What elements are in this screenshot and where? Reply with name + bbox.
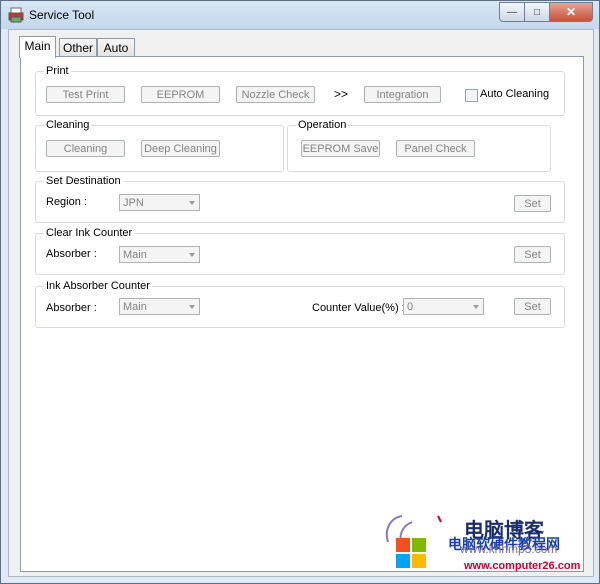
clear-ink-counter-set-button[interactable]: Set — [514, 246, 551, 263]
service-tool-window: Service Tool — □ ✕ Main Other Auto Print… — [0, 0, 600, 584]
clear-ink-counter-group: Clear Ink Counter Absorber : Main Set — [35, 227, 565, 275]
window-title: Service Tool — [29, 8, 95, 22]
absorber-label: Absorber : — [46, 248, 97, 260]
cleaning-group-label: Cleaning — [44, 119, 92, 131]
eeprom-button[interactable]: EEPROM — [141, 86, 220, 103]
auto-cleaning-label: Auto Cleaning — [480, 88, 550, 100]
maximize-button[interactable]: □ — [525, 2, 550, 22]
auto-cleaning-checkbox[interactable] — [465, 89, 478, 102]
print-group: Print Test Print EEPROM Nozzle Check >> … — [35, 65, 565, 116]
chevron-down-icon — [473, 305, 479, 309]
chevrons-icon: >> — [334, 87, 349, 101]
print-group-label: Print — [44, 65, 71, 77]
tab-auto-label: Auto — [103, 41, 129, 55]
ink-absorber-value: Main — [123, 301, 147, 313]
watermark-line3: www.knhmp3.com — [460, 542, 558, 556]
clear-ink-counter-label: Clear Ink Counter — [44, 227, 135, 239]
integration-button[interactable]: Integration — [364, 86, 441, 103]
chevron-down-icon — [189, 201, 195, 205]
region-value: JPN — [123, 197, 144, 209]
nozzle-check-button[interactable]: Nozzle Check — [236, 86, 315, 103]
close-button[interactable]: ✕ — [550, 2, 593, 22]
ink-absorber-counter-group: Ink Absorber Counter Absorber : Main Cou… — [35, 280, 565, 328]
tab-main[interactable]: Main — [19, 36, 56, 58]
set-destination-group: Set Destination Region : JPN Set — [35, 175, 565, 223]
client-area: Main Other Auto Print Test Print EEPROM … — [8, 29, 594, 577]
main-tab-panel: Print Test Print EEPROM Nozzle Check >> … — [20, 56, 584, 572]
counter-value-select[interactable]: 0 — [403, 298, 484, 315]
panel-check-button[interactable]: Panel Check — [396, 140, 475, 157]
ink-absorber-select[interactable]: Main — [119, 298, 200, 315]
chevron-down-icon — [189, 253, 195, 257]
absorber-value: Main — [123, 249, 147, 261]
tab-other-label: Other — [62, 41, 93, 55]
close-icon: ✕ — [565, 5, 577, 19]
set-destination-label: Set Destination — [44, 175, 123, 187]
ink-absorber-set-button[interactable]: Set — [514, 298, 551, 315]
region-select[interactable]: JPN — [119, 194, 200, 211]
cleaning-button[interactable]: Cleaning — [46, 140, 125, 157]
maximize-icon: □ — [533, 6, 541, 18]
watermark: 电脑博客 电脑软硬件教程网 www.knhmp3.com www.compute… — [380, 512, 596, 578]
absorber-label: Absorber : — [46, 302, 97, 314]
region-label: Region : — [46, 196, 87, 208]
printer-icon — [8, 7, 24, 23]
counter-value-label: Counter Value(%) : — [312, 302, 405, 314]
eeprom-save-button[interactable]: EEPROM Save — [301, 140, 380, 157]
counter-value: 0 — [407, 301, 414, 313]
minimize-icon: — — [507, 6, 517, 18]
test-print-button[interactable]: Test Print — [46, 86, 125, 103]
chevron-down-icon — [189, 305, 195, 309]
cleaning-group: Cleaning Cleaning Deep Cleaning — [35, 119, 284, 172]
tab-other[interactable]: Other — [59, 38, 97, 57]
minimize-button[interactable]: — — [499, 2, 525, 22]
operation-group-label: Operation — [296, 119, 349, 131]
deep-cleaning-button[interactable]: Deep Cleaning — [141, 140, 220, 157]
title-bar[interactable]: Service Tool — □ ✕ — [1, 1, 599, 29]
operation-group: Operation EEPROM Save Panel Check — [287, 119, 551, 172]
tab-auto[interactable]: Auto — [97, 38, 135, 57]
watermark-line4: www.computer26.com — [464, 560, 581, 572]
set-destination-button[interactable]: Set — [514, 195, 551, 212]
tab-main-label: Main — [24, 39, 51, 53]
absorber-select[interactable]: Main — [119, 246, 200, 263]
ink-absorber-counter-label: Ink Absorber Counter — [44, 280, 152, 292]
